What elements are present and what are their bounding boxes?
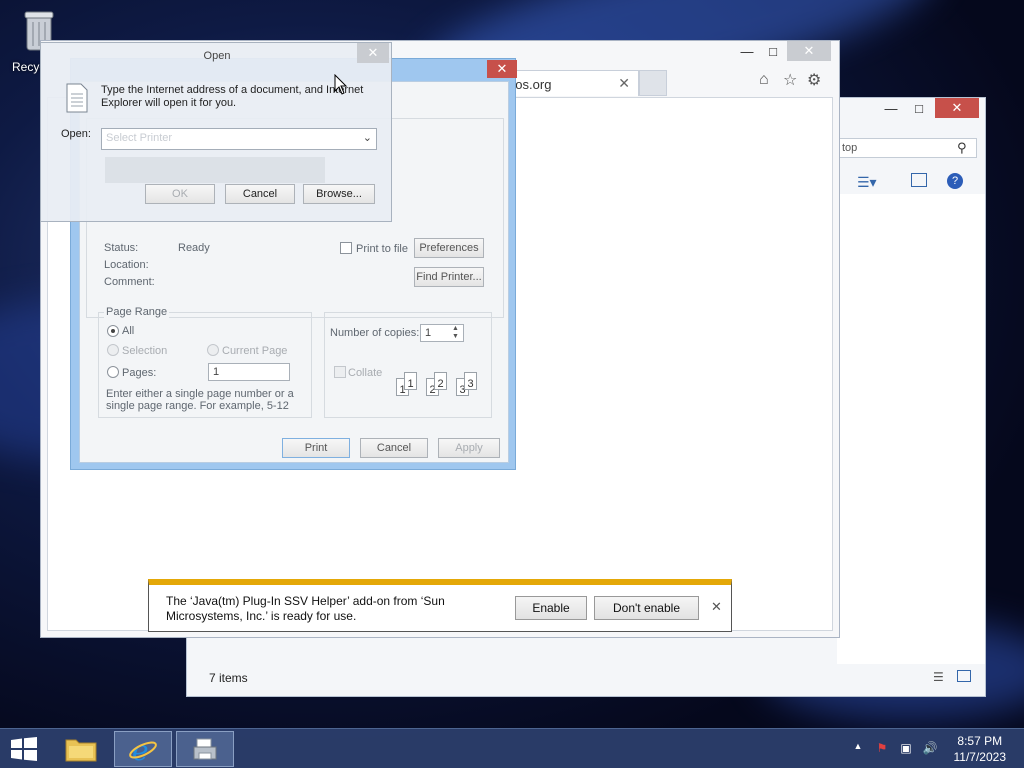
collate-page-icon: 1: [404, 372, 417, 390]
pages-input[interactable]: 1: [208, 363, 290, 381]
search-input[interactable]: top: [837, 138, 977, 158]
tools-gear-icon[interactable]: ⚙: [807, 70, 821, 90]
preview-pane-icon[interactable]: [911, 173, 927, 187]
selection-label: Selection: [122, 345, 168, 357]
preferences-button[interactable]: Preferences: [414, 238, 484, 258]
view-options-icon[interactable]: ☰▾: [857, 174, 877, 191]
folder-icon: [65, 739, 97, 762]
copies-label: Number of copies:: [330, 327, 420, 339]
search-icon[interactable]: ⚲: [957, 140, 967, 156]
start-button[interactable]: [10, 737, 38, 761]
pages-hint: Enter either a single page number or a s…: [106, 388, 294, 412]
print-to-file-checkbox[interactable]: [340, 242, 352, 254]
dont-enable-button[interactable]: Don't enable: [594, 596, 699, 620]
taskbar-file-explorer[interactable]: [52, 731, 110, 767]
search-text: top: [842, 142, 858, 154]
help-icon[interactable]: ?: [947, 173, 963, 189]
open-dialog[interactable]: Open ✕ Type the Internet address of a do…: [40, 42, 392, 222]
new-tab-button[interactable]: [639, 70, 667, 96]
suggestion-ghost: [105, 157, 325, 183]
network-icon[interactable]: ▣: [898, 741, 914, 757]
cancel-button[interactable]: Cancel: [225, 184, 295, 204]
minimize-button[interactable]: —: [737, 41, 757, 61]
open-combobox[interactable]: Select Printer ⌄: [101, 128, 377, 150]
print-button[interactable]: Print: [282, 438, 350, 458]
chevron-down-icon[interactable]: ⌄: [363, 131, 372, 144]
taskbar-control-app[interactable]: [176, 731, 234, 767]
close-button[interactable]: ✕: [935, 98, 979, 118]
dialog-title: Open: [203, 50, 231, 62]
tab-close-icon[interactable]: ✕: [618, 75, 630, 92]
show-hidden-icons-icon[interactable]: ▲: [850, 741, 866, 757]
selection-radio[interactable]: [107, 344, 119, 356]
taskbar: e ▲ ⚑ ▣ 🔊 8:57 PM 11/7/2023: [0, 728, 1024, 768]
collate-page-icon: 3: [464, 372, 477, 390]
internet-explorer-icon: e: [129, 734, 157, 764]
close-button[interactable]: ✕: [787, 41, 831, 61]
collate-page-icon: 2: [434, 372, 447, 390]
pages-radio[interactable]: [107, 366, 119, 378]
all-label: All: [122, 325, 135, 337]
desktop: Recyc — □ ✕ top ⚲ ☰▾ ? 7 items ☰ — □ ✕ r…: [0, 0, 1024, 728]
document-icon: [66, 83, 88, 113]
page-range-title: Page Range: [104, 306, 170, 318]
volume-icon[interactable]: 🔊: [922, 741, 938, 757]
close-button[interactable]: ✕: [487, 60, 517, 78]
open-combobox-value: Select Printer: [106, 132, 173, 144]
ok-button[interactable]: OK: [145, 184, 215, 204]
dialog-message: Type the Internet address of a document,…: [101, 84, 364, 109]
favorites-icon[interactable]: ☆: [783, 70, 797, 90]
copies-spinner-icon[interactable]: ▲ ▼: [452, 325, 459, 341]
home-icon[interactable]: ⌂: [759, 71, 769, 89]
taskbar-internet-explorer[interactable]: e: [114, 731, 172, 767]
status-item-count: 7 items: [209, 671, 248, 685]
printer-settings-icon: [193, 738, 217, 760]
close-icon[interactable]: ✕: [711, 599, 722, 615]
taskbar-clock[interactable]: 8:57 PM 11/7/2023: [954, 733, 1007, 765]
pages-label: Pages:: [122, 367, 157, 379]
maximize-button[interactable]: □: [909, 98, 929, 118]
browse-button[interactable]: Browse...: [303, 184, 375, 204]
status-label: Status:: [104, 242, 139, 254]
minimize-button[interactable]: —: [881, 98, 901, 118]
windows-logo-icon: [11, 737, 37, 761]
mouse-cursor-icon: [334, 74, 348, 95]
current-page-label: Current Page: [222, 345, 288, 357]
print-to-file-label: Print to file: [356, 243, 408, 255]
maximize-button[interactable]: □: [763, 41, 783, 61]
apply-button[interactable]: Apply: [438, 438, 500, 458]
status-value: Ready: [178, 242, 210, 254]
open-label: Open:: [61, 128, 91, 140]
comment-label: Comment:: [104, 276, 155, 288]
all-radio[interactable]: [107, 325, 119, 337]
cancel-button[interactable]: Cancel: [360, 438, 428, 458]
clock-date: 11/7/2023: [953, 750, 1007, 764]
addon-notification-bar: The ‘Java(tm) Plug-In SSV Helper’ add-on…: [148, 579, 732, 632]
file-list: [837, 194, 985, 664]
find-printer-button[interactable]: Find Printer...: [414, 267, 484, 287]
collate-label: Collate: [348, 367, 383, 379]
details-view-icon[interactable]: ☰: [933, 670, 944, 684]
close-button[interactable]: ✕: [357, 43, 389, 63]
location-label: Location:: [104, 259, 149, 271]
enable-button[interactable]: Enable: [515, 596, 587, 620]
current-page-radio[interactable]: [207, 344, 219, 356]
clock-time: 8:57 PM: [957, 734, 1003, 748]
notification-message: The ‘Java(tm) Plug-In SSV Helper’ add-on…: [166, 594, 445, 623]
action-center-flag-icon[interactable]: ⚑: [874, 741, 890, 757]
collate-checkbox[interactable]: [334, 366, 346, 378]
large-icons-view-icon[interactable]: [957, 670, 971, 682]
